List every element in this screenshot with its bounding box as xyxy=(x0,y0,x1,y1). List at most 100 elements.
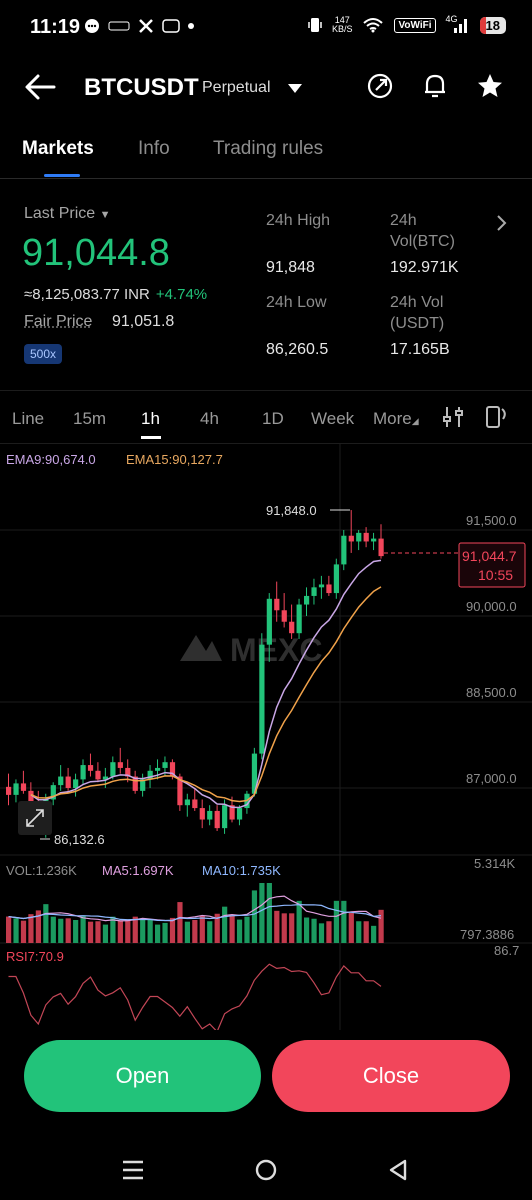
svg-text:MEXC: MEXC xyxy=(230,632,322,668)
interval-15m[interactable]: 15m xyxy=(73,409,106,429)
interval-1h[interactable]: 1h xyxy=(141,409,160,429)
candle-body xyxy=(162,762,168,768)
vol-min-label: 797.3886 xyxy=(460,927,514,942)
rotate-screen-icon[interactable] xyxy=(483,403,509,431)
app-header: BTCUSDT Perpetual xyxy=(0,58,532,118)
open-button[interactable]: Open xyxy=(24,1040,261,1112)
volume-bar xyxy=(199,915,205,943)
volume-bar xyxy=(244,916,250,943)
vol-btc-label: 24h Vol(BTC) xyxy=(390,212,455,250)
favorite-star-icon[interactable] xyxy=(476,72,504,100)
tab-markets[interactable]: Markets xyxy=(22,138,94,160)
volume-bar xyxy=(177,902,183,943)
volume-bar xyxy=(281,913,287,943)
leverage-badge: 500x xyxy=(24,344,63,364)
candle-body xyxy=(222,805,228,829)
volume-bar xyxy=(20,920,27,943)
volume-bar xyxy=(65,918,71,943)
price-change: +4.74% xyxy=(155,286,208,303)
candle-body xyxy=(266,598,272,645)
system-icons: 147 KB/S VoWiFi 4G 18 xyxy=(308,14,506,34)
candle-body xyxy=(356,532,362,542)
candle-body xyxy=(65,776,71,788)
candle-body xyxy=(281,610,287,622)
candle-body xyxy=(207,810,213,820)
volume-bar xyxy=(378,909,384,943)
indicator-settings-icon[interactable] xyxy=(442,405,464,429)
ma5-line xyxy=(8,895,382,922)
volume-bar xyxy=(266,883,272,943)
wifi-icon xyxy=(363,18,384,33)
candle-body xyxy=(296,604,302,634)
candle-body xyxy=(304,595,310,605)
candle-body xyxy=(95,770,101,780)
volume-bar xyxy=(125,920,131,943)
price-chart[interactable]: MEXC EMA9:90,674.0 EMA15:90,127.7 91,500… xyxy=(0,443,532,1030)
close-button[interactable]: Close xyxy=(272,1040,510,1112)
volume-bar xyxy=(58,918,64,943)
vowifi-badge: VoWiFi xyxy=(394,17,436,33)
low-label: 24h Low xyxy=(266,294,327,311)
volume-bar xyxy=(184,921,190,943)
last-price-label[interactable]: Last Price ▼ xyxy=(24,205,110,223)
contract-type[interactable]: Perpetual xyxy=(202,79,271,97)
interval-4h[interactable]: 4h xyxy=(200,409,219,429)
app-icon xyxy=(162,19,180,33)
volume-bar xyxy=(80,915,86,943)
low-value: 86,260.5 xyxy=(266,341,329,358)
volume-bar xyxy=(289,913,295,943)
svg-text:10:55: 10:55 xyxy=(478,567,513,583)
volume-bar xyxy=(222,906,228,943)
inr-conversion: ≈8,125,083.77 INR +4.74% xyxy=(24,286,208,303)
y-tick-90000: 90,000.0 xyxy=(466,599,517,614)
vibrate-icon xyxy=(308,18,322,32)
volume-bar xyxy=(348,912,354,943)
vol-btc-value: 192.971K xyxy=(390,259,459,276)
svg-text:86,132.6: 86,132.6 xyxy=(54,832,105,847)
volume-bar xyxy=(371,925,377,943)
tab-info[interactable]: Info xyxy=(138,138,170,160)
candle-body xyxy=(6,786,12,795)
interval-1d[interactable]: 1D xyxy=(262,409,284,429)
volume-bar xyxy=(43,904,49,943)
symbol-title[interactable]: BTCUSDT xyxy=(84,74,199,102)
interval-more[interactable]: More◢ xyxy=(373,409,419,429)
ema15-label: EMA15:90,127.7 xyxy=(126,452,223,467)
volume-bar xyxy=(50,916,56,943)
back-arrow-icon[interactable] xyxy=(24,72,58,102)
expand-chart-icon[interactable] xyxy=(18,801,52,835)
candle-body xyxy=(318,584,325,588)
vol-usdt-value: 17.165B xyxy=(390,341,450,358)
volume-bar xyxy=(363,921,369,943)
caret-down-icon[interactable] xyxy=(288,84,302,94)
share-icon[interactable] xyxy=(366,72,394,100)
candle-body xyxy=(371,538,377,542)
home-icon[interactable] xyxy=(255,1159,277,1181)
chevron-right-icon[interactable] xyxy=(496,214,508,232)
candle-body xyxy=(289,621,295,634)
candle-body xyxy=(58,776,64,786)
candle-body xyxy=(110,762,116,777)
fair-price-label[interactable]: Fair Price xyxy=(24,313,92,331)
notification-icons xyxy=(84,18,194,34)
candle-body xyxy=(155,767,161,771)
volume-bar xyxy=(341,900,347,943)
candle-body xyxy=(311,587,317,596)
bell-icon[interactable] xyxy=(422,72,448,100)
candle-body xyxy=(192,799,198,809)
volume-bar xyxy=(6,916,12,943)
recent-apps-icon[interactable] xyxy=(122,1160,144,1180)
volume-bar xyxy=(236,919,243,943)
x-icon xyxy=(139,19,153,33)
volume-bar xyxy=(304,917,310,943)
ema9-label: EMA9:90,674.0 xyxy=(6,452,96,467)
candle-body xyxy=(13,783,19,795)
interval-line[interactable]: Line xyxy=(12,409,44,429)
candle-body xyxy=(259,644,265,754)
candle-body xyxy=(80,765,86,780)
interval-week[interactable]: Week xyxy=(311,409,354,429)
candle-body xyxy=(184,799,190,806)
tab-trading-rules[interactable]: Trading rules xyxy=(213,138,323,160)
back-nav-icon[interactable] xyxy=(388,1159,408,1181)
signal-icon: 4G xyxy=(446,14,470,34)
